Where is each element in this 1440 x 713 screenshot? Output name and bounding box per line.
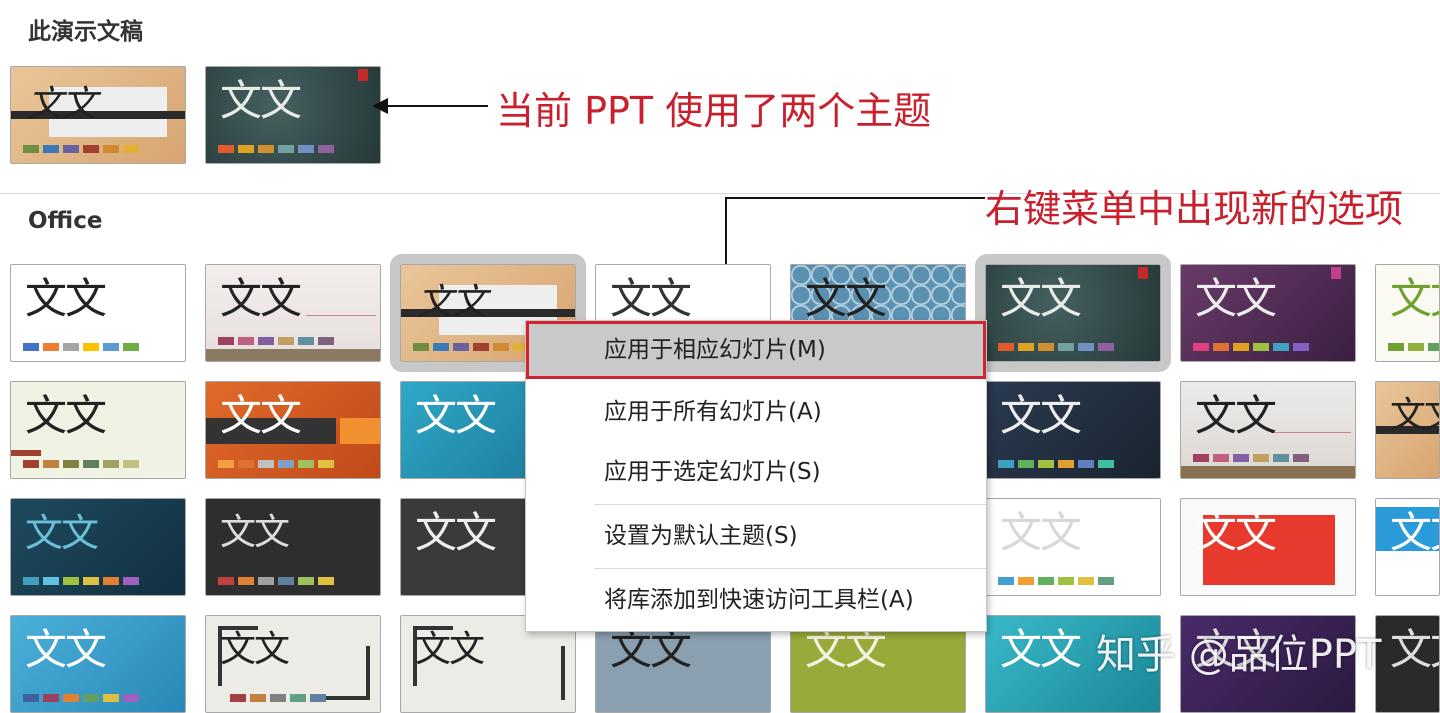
theme-glyph: 文文 [25, 625, 107, 674]
menu-item-add-gallery-to-quick-access[interactable]: 将库添加到快速访问工具栏(A) [526, 571, 986, 629]
menu-separator [594, 504, 986, 505]
theme-glyph: 文文 [1000, 391, 1082, 440]
theme-glyph: 文文 [220, 274, 302, 323]
theme-thumb-sky[interactable]: 文文 [10, 615, 186, 713]
theme-thumb-frame[interactable]: 文文 [1180, 381, 1356, 479]
theme-glyph: 文文 [417, 282, 487, 323]
theme-glyph: 文文 [1000, 625, 1082, 674]
theme-glyph: 文文 [1195, 508, 1277, 557]
theme-glyph: 文文 [805, 274, 887, 323]
theme-thumb-organic[interactable]: 文文 [10, 381, 186, 479]
theme-glyph: 文文 [1195, 274, 1277, 323]
annotation-two-themes: 当前 PPT 使用了两个主题 [496, 89, 932, 133]
theme-thumb-office[interactable]: 文文 [10, 264, 186, 362]
theme-glyph: 文文 [220, 512, 290, 553]
theme-glyph: 文文 [220, 391, 302, 440]
theme-thumb-wood-edge[interactable]: 文文 [1375, 381, 1440, 479]
theme-glyph: 文文 [415, 508, 497, 557]
theme-glyph: 文文 [610, 274, 692, 323]
theme-thumb-dark-teal[interactable]: 文文 [10, 498, 186, 596]
theme-thumb-teal-selected[interactable]: 文文 [975, 254, 1171, 372]
theme-glyph: 文文 [1390, 274, 1439, 323]
theme-glyph: 文文 [1000, 274, 1082, 323]
theme-glyph: 文文 [1390, 395, 1439, 436]
theme-glyph: 文文 [1195, 391, 1277, 440]
theme-thumb-green-edge[interactable]: 文文 [1375, 264, 1440, 362]
theme-glyph: 文文 [415, 391, 497, 440]
theme-glyph: 文文 [1390, 508, 1439, 557]
theme-glyph: 文文 [1390, 625, 1439, 674]
theme-glyph: 文文 [27, 84, 97, 125]
annotation-arrow-left [372, 98, 488, 114]
context-menu: 应用于相应幻灯片(M) 应用于所有幻灯片(A) 应用于选定幻灯片(S) 设置为默… [525, 320, 987, 632]
theme-thumb-red-block[interactable]: 文文 [1180, 498, 1356, 596]
theme-thumb-charcoal[interactable]: 文文 [205, 498, 381, 596]
theme-thumb-current-teal[interactable]: 文文 [205, 66, 381, 164]
theme-thumb-current-wood[interactable]: 文文 [10, 66, 186, 164]
menu-item-set-default-theme[interactable]: 设置为默认主题(S) [526, 507, 986, 565]
theme-thumb-faded[interactable]: 文文 [985, 498, 1161, 596]
theme-thumb-purple[interactable]: 文文 [1180, 264, 1356, 362]
theme-glyph: 文文 [415, 629, 485, 670]
theme-glyph: 文文 [25, 511, 99, 555]
theme-glyph: 文文 [25, 391, 107, 440]
section-this-presentation: 此演示文稿 [28, 19, 143, 45]
theme-glyph: 文文 [25, 274, 107, 323]
theme-thumb-bracket[interactable]: 文文 [205, 615, 381, 713]
menu-separator [594, 568, 986, 569]
menu-item-apply-to-matching-slides[interactable]: 应用于相应幻灯片(M) [526, 321, 986, 379]
theme-thumb-dark-edge[interactable]: 文文 [1375, 615, 1440, 713]
theme-thumb-blue-edge[interactable]: 文文 [1375, 498, 1440, 596]
theme-glyph: 文文 [1000, 508, 1082, 557]
theme-glyph: 文文 [220, 76, 302, 125]
menu-item-apply-to-all-slides[interactable]: 应用于所有幻灯片(A) [526, 383, 986, 441]
theme-thumb-orange[interactable]: 文文 [205, 381, 381, 479]
menu-item-apply-to-selected-slides[interactable]: 应用于选定幻灯片(S) [526, 443, 986, 501]
annotation-new-options: 右键菜单中出现新的选项 [985, 187, 1404, 231]
theme-thumb-navy[interactable]: 文文 [985, 381, 1161, 479]
theme-thumb-gallery[interactable]: 文文 [205, 264, 381, 362]
theme-glyph: 文文 [220, 629, 290, 670]
section-office: Office [28, 208, 103, 234]
watermark: 知乎 @品位PPT [1096, 632, 1382, 678]
